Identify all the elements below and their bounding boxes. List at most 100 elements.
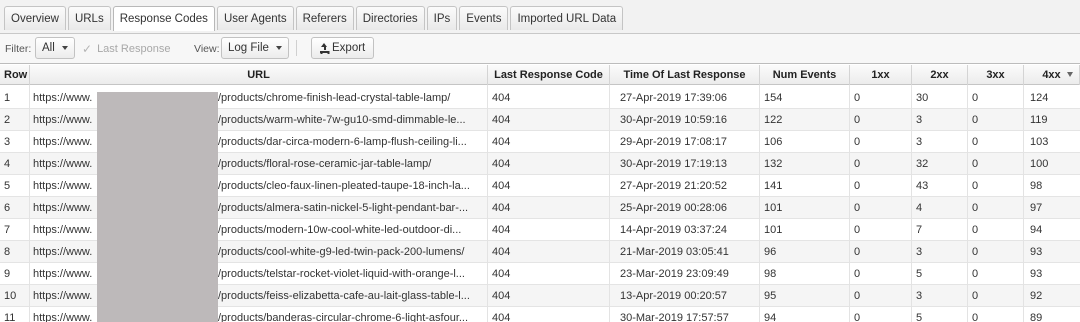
url-prefix-cell: https://www. (33, 290, 93, 302)
num-events-cell: 101 (764, 202, 783, 214)
tab-ips[interactable]: IPs (426, 6, 458, 30)
column-header-label: 4xx (1042, 69, 1061, 81)
row-number-cell: 10 (4, 290, 17, 302)
column-header-3xx[interactable]: 3xx (968, 65, 1024, 85)
url-prefix-cell: https://www. (33, 180, 93, 192)
num-events-cell: 141 (764, 180, 783, 192)
sort-descending-icon[interactable] (1067, 72, 1073, 77)
grid-line (609, 85, 610, 322)
column-header-row[interactable]: Row (0, 65, 30, 85)
row-number-cell: 3 (4, 136, 11, 148)
count-2xx-cell: 32 (916, 158, 929, 170)
grid-line (759, 85, 760, 322)
count-4xx-cell: 124 (1030, 92, 1049, 104)
count-4xx-cell: 93 (1030, 246, 1043, 258)
table-header: Row URL Last Response Code Time Of Last Res… (0, 65, 1080, 85)
count-3xx-cell: 0 (972, 92, 979, 104)
count-3xx-cell: 0 (972, 268, 979, 280)
tab-response-codes[interactable]: Response Codes (112, 6, 215, 31)
response-code-cell: 404 (492, 202, 511, 214)
count-1xx-cell: 0 (854, 246, 861, 258)
time-cell: 27-Apr-2019 21:20:52 (620, 180, 728, 192)
row-number-cell: 7 (4, 224, 11, 236)
column-header-label: 2xx (930, 69, 949, 81)
count-1xx-cell: 0 (854, 224, 861, 236)
url-path-cell: /products/modern-10w-cool-white-led-outd… (218, 224, 462, 236)
grid-line (29, 85, 30, 322)
url-path-cell: /products/cool-white-g9-led-twin-pack-20… (218, 246, 465, 258)
export-label: Export (332, 42, 366, 54)
tabs: Overview URLs Response Codes User Agents Ref… (4, 6, 625, 31)
count-1xx-cell: 0 (854, 312, 861, 322)
count-4xx-cell: 92 (1030, 290, 1043, 302)
tab-overview[interactable]: Overview (4, 6, 66, 30)
column-header-label: 3xx (986, 69, 1005, 81)
time-cell: 14-Apr-2019 03:37:24 (620, 224, 728, 236)
tab-user-agents[interactable]: User Agents (216, 6, 294, 30)
count-4xx-cell: 100 (1030, 158, 1049, 170)
count-4xx-cell: 89 (1030, 312, 1043, 322)
column-header-url[interactable]: URL (30, 65, 488, 85)
column-header-num-events[interactable]: Num Events (760, 65, 850, 85)
num-events-cell: 132 (764, 158, 783, 170)
column-header-4xx[interactable]: 4xx (1024, 65, 1080, 85)
tab-directories[interactable]: Directories (355, 6, 425, 30)
count-4xx-cell: 93 (1030, 268, 1043, 280)
column-header-label: Time Of Last Response (623, 69, 746, 81)
url-path-cell: /products/feiss-elizabetta-cafe-au-lait-… (218, 290, 470, 302)
toolbar-separator (296, 40, 297, 56)
count-3xx-cell: 0 (972, 290, 979, 302)
count-4xx-cell: 94 (1030, 224, 1043, 236)
last-response-checkbox[interactable]: ✓ Last Response (82, 42, 170, 56)
row-number-cell: 4 (4, 158, 11, 170)
response-code-cell: 404 (492, 312, 511, 322)
count-2xx-cell: 5 (916, 312, 923, 322)
export-icon (320, 43, 329, 53)
count-4xx-cell: 103 (1030, 136, 1049, 148)
count-4xx-cell: 119 (1030, 114, 1048, 126)
count-3xx-cell: 0 (972, 224, 979, 236)
export-button[interactable]: Export (311, 37, 375, 59)
num-events-cell: 96 (764, 246, 777, 258)
count-2xx-cell: 3 (916, 246, 923, 258)
filter-select[interactable]: All (35, 37, 75, 59)
num-events-cell: 94 (764, 312, 777, 322)
url-prefix-cell: https://www. (33, 158, 93, 170)
tab-urls[interactable]: URLs (67, 6, 111, 30)
filter-label: Filter: (5, 43, 32, 55)
url-path-cell: /products/dar-circa-modern-6-lamp-flush-… (218, 136, 467, 148)
count-2xx-cell: 3 (916, 136, 923, 148)
column-header-2xx[interactable]: 2xx (912, 65, 968, 85)
count-4xx-cell: 97 (1030, 202, 1043, 214)
column-header-time-of-last-response[interactable]: Time Of Last Response (610, 65, 760, 85)
count-4xx-cell: 98 (1030, 180, 1043, 192)
response-code-cell: 404 (492, 158, 511, 170)
response-code-cell: 404 (492, 92, 511, 104)
url-path-cell: /products/floral-rose-ceramic-jar-table-… (218, 158, 432, 170)
url-path-cell: /products/telstar-rocket-violet-liquid-w… (218, 268, 465, 280)
column-header-1xx[interactable]: 1xx (850, 65, 912, 85)
time-cell: 23-Mar-2019 23:09:49 (620, 268, 729, 280)
url-path-cell: /products/cleo-faux-linen-pleated-taupe-… (218, 180, 470, 192)
count-3xx-cell: 0 (972, 136, 979, 148)
count-1xx-cell: 0 (854, 92, 861, 104)
tab-referers[interactable]: Referers (295, 6, 354, 30)
column-header-label: 1xx (871, 69, 890, 81)
view-value: Log File (228, 42, 269, 54)
url-prefix-cell: https://www. (33, 136, 93, 148)
url-prefix-cell: https://www. (33, 92, 93, 104)
num-events-cell: 95 (764, 290, 777, 302)
url-path-cell: /products/banderas-circular-chrome-6-lig… (218, 312, 469, 322)
grid-line (849, 85, 850, 322)
count-3xx-cell: 0 (972, 202, 979, 214)
response-code-cell: 404 (492, 246, 511, 258)
column-header-label: Row (4, 69, 28, 81)
url-path-cell: /products/almera-satin-nickel-5-light-pe… (218, 202, 469, 214)
view-select[interactable]: Log File (221, 37, 289, 59)
url-prefix-cell: https://www. (33, 114, 93, 126)
count-1xx-cell: 0 (854, 268, 861, 280)
num-events-cell: 154 (764, 92, 783, 104)
tab-events[interactable]: Events (459, 6, 509, 30)
column-header-last-response-code[interactable]: Last Response Code (488, 65, 610, 85)
tab-imported-url-data[interactable]: Imported URL Data (510, 6, 624, 30)
